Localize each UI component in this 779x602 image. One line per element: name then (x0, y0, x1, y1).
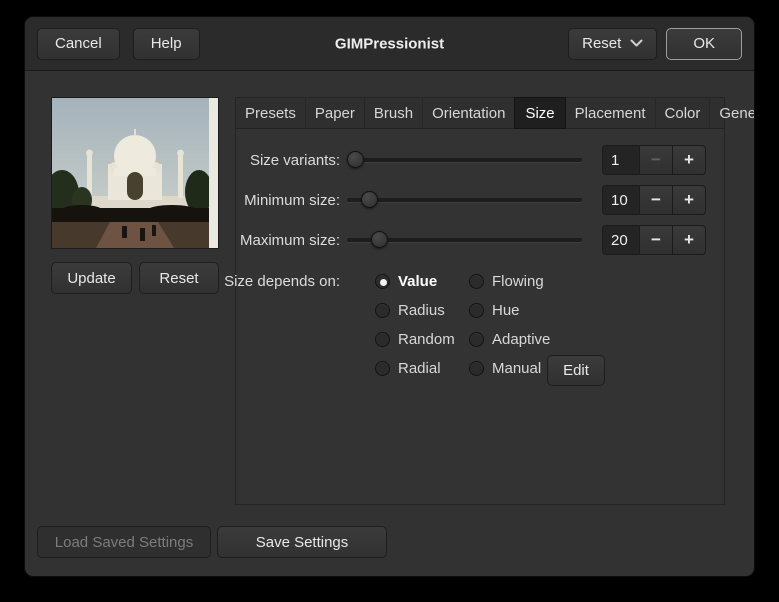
decrement-button[interactable]: − (640, 145, 673, 175)
header-bar: Cancel Help GIMPressionist Reset OK (25, 17, 754, 71)
slider-track (347, 198, 582, 202)
radio-unchecked-icon (375, 332, 390, 347)
size-depends-on-label: Size depends on: (240, 267, 340, 296)
radio-option-flowing[interactable]: Flowing (469, 267, 550, 296)
tab-general[interactable]: General (710, 98, 755, 128)
radio-option-random[interactable]: Random (375, 325, 455, 354)
tab-size[interactable]: Size (514, 97, 565, 129)
decrement-button[interactable]: − (640, 225, 673, 255)
save-settings-button[interactable]: Save Settings (217, 526, 387, 558)
reset-dropdown-button[interactable]: Reset (568, 28, 657, 60)
radio-label: Random (398, 331, 455, 348)
radio-label: Radius (398, 302, 445, 319)
depends-column-1: Value Radius Random Radial (375, 267, 455, 383)
maximum-size-row: Maximum size: 20 − + (236, 225, 724, 255)
minimum-size-row: Minimum size: 10 − + (236, 185, 724, 215)
settings-panel: Presets Paper Brush Orientation Size Pla… (235, 97, 725, 505)
size-tab-content: Size variants: 1 − + Minimum size: (236, 129, 724, 504)
plus-icon: + (684, 190, 694, 210)
radio-option-manual[interactable]: Manual (469, 354, 550, 383)
radio-option-adaptive[interactable]: Adaptive (469, 325, 550, 354)
maximum-size-slider[interactable] (347, 225, 582, 255)
radio-option-radial[interactable]: Radial (375, 354, 455, 383)
maximum-size-spinbutton: 20 − + (602, 225, 706, 255)
cancel-button[interactable]: Cancel (37, 28, 120, 60)
plus-icon: + (684, 230, 694, 250)
decrement-button[interactable]: − (640, 185, 673, 215)
header-actions: Reset OK (568, 28, 742, 60)
tab-color[interactable]: Color (656, 98, 711, 128)
minus-icon: − (651, 190, 661, 210)
slider-thumb[interactable] (361, 191, 378, 208)
minus-icon: − (651, 150, 661, 170)
radio-unchecked-icon (469, 274, 484, 289)
update-preview-button[interactable]: Update (51, 262, 132, 294)
radio-label: Flowing (492, 273, 544, 290)
maximum-size-value[interactable]: 20 (602, 225, 640, 255)
size-variants-label: Size variants: (240, 145, 340, 175)
size-variants-spinbutton: 1 − + (602, 145, 706, 175)
slider-thumb[interactable] (347, 151, 364, 168)
radio-unchecked-icon (469, 303, 484, 318)
radio-label: Adaptive (492, 331, 550, 348)
tab-bar: Presets Paper Brush Orientation Size Pla… (236, 98, 724, 129)
help-button[interactable]: Help (133, 28, 200, 60)
reset-dropdown-label: Reset (582, 35, 621, 52)
radio-label: Manual (492, 360, 541, 377)
radio-unchecked-icon (375, 303, 390, 318)
tab-placement[interactable]: Placement (566, 98, 656, 128)
chevron-down-icon (630, 35, 643, 52)
radio-checked-icon (375, 274, 390, 289)
radio-unchecked-icon (469, 361, 484, 376)
depends-column-2: Flowing Hue Adaptive Manual (469, 267, 550, 383)
dialog-title: GIMPressionist (335, 35, 444, 52)
reset-preview-button[interactable]: Reset (139, 262, 219, 294)
edit-manual-button[interactable]: Edit (547, 355, 605, 386)
screen-background: Cancel Help GIMPressionist Reset OK (0, 0, 779, 602)
plus-icon: + (684, 150, 694, 170)
slider-thumb[interactable] (371, 231, 388, 248)
preview-image (51, 97, 219, 249)
slider-track (347, 158, 582, 162)
increment-button[interactable]: + (673, 225, 706, 255)
size-variants-row: Size variants: 1 − + (236, 145, 724, 175)
tab-brush[interactable]: Brush (365, 98, 423, 128)
minimum-size-label: Minimum size: (240, 185, 340, 215)
tab-orientation[interactable]: Orientation (423, 98, 515, 128)
maximum-size-label: Maximum size: (240, 225, 340, 255)
minimum-size-value[interactable]: 10 (602, 185, 640, 215)
radio-unchecked-icon (375, 361, 390, 376)
size-variants-slider[interactable] (347, 145, 582, 175)
minimum-size-slider[interactable] (347, 185, 582, 215)
taj-mahal-illustration (52, 98, 218, 248)
radio-label: Hue (492, 302, 520, 319)
minus-icon: − (651, 230, 661, 250)
tab-presets[interactable]: Presets (236, 98, 306, 128)
size-variants-value[interactable]: 1 (602, 145, 640, 175)
tab-paper[interactable]: Paper (306, 98, 365, 128)
radio-label: Radial (398, 360, 441, 377)
radio-option-hue[interactable]: Hue (469, 296, 550, 325)
radio-unchecked-icon (469, 332, 484, 347)
ok-button[interactable]: OK (666, 28, 742, 60)
increment-button[interactable]: + (673, 185, 706, 215)
radio-option-value[interactable]: Value (375, 267, 455, 296)
load-saved-settings-button[interactable]: Load Saved Settings (37, 526, 211, 558)
minimum-size-spinbutton: 10 − + (602, 185, 706, 215)
increment-button[interactable]: + (673, 145, 706, 175)
radio-option-radius[interactable]: Radius (375, 296, 455, 325)
gimpressionist-dialog: Cancel Help GIMPressionist Reset OK (24, 16, 755, 577)
radio-label: Value (398, 273, 437, 290)
